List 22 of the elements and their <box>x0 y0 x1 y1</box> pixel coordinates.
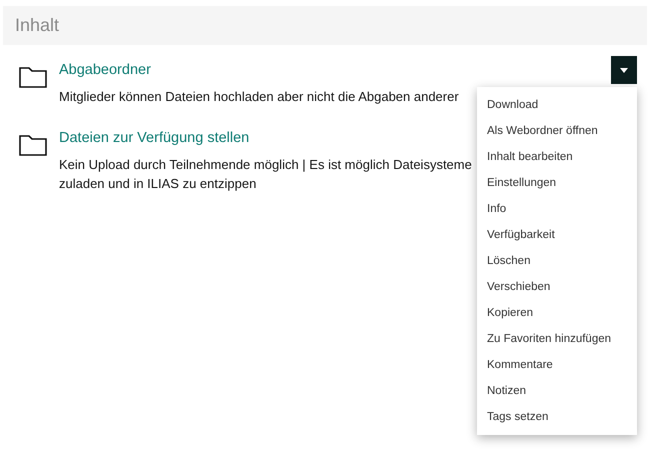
folder-icon <box>19 134 47 156</box>
item-title-link[interactable]: Abgabeordner <box>59 62 151 78</box>
menu-item[interactable]: Notizen <box>477 378 637 404</box>
item-description: Kein Upload durch Teilnehmende möglich | Es ist möglich Dateisysteme zuladen und in ILIAS zu entzippen <box>59 156 473 193</box>
menu-item[interactable]: Verschieben <box>477 274 637 300</box>
menu-item[interactable]: Info <box>477 196 637 222</box>
menu-item[interactable]: Kommentare <box>477 352 637 378</box>
menu-item[interactable]: Löschen <box>477 248 637 274</box>
menu-item[interactable]: Tags setzen <box>477 404 637 430</box>
item-title-link[interactable]: Dateien zur Verfügung stellen <box>59 130 250 146</box>
dropdown-button[interactable] <box>611 56 637 84</box>
menu-item[interactable]: Download <box>477 92 637 118</box>
folder-icon <box>19 66 47 88</box>
menu-item[interactable]: Einstellungen <box>477 170 637 196</box>
menu-item[interactable]: Als Webordner öffnen <box>477 118 637 144</box>
menu-item[interactable]: Zu Favoriten hinzufügen <box>477 326 637 352</box>
menu-item[interactable]: Inhalt bearbeiten <box>477 144 637 170</box>
section-title: Inhalt <box>15 15 60 36</box>
caret-icon <box>620 68 628 72</box>
menu-item[interactable]: Kopieren <box>477 300 637 326</box>
menu-item[interactable]: Verfügbarkeit <box>477 222 637 248</box>
item-description: Mitglieder können Dateien hochladen aber nicht die Abgaben anderer <box>59 88 460 106</box>
